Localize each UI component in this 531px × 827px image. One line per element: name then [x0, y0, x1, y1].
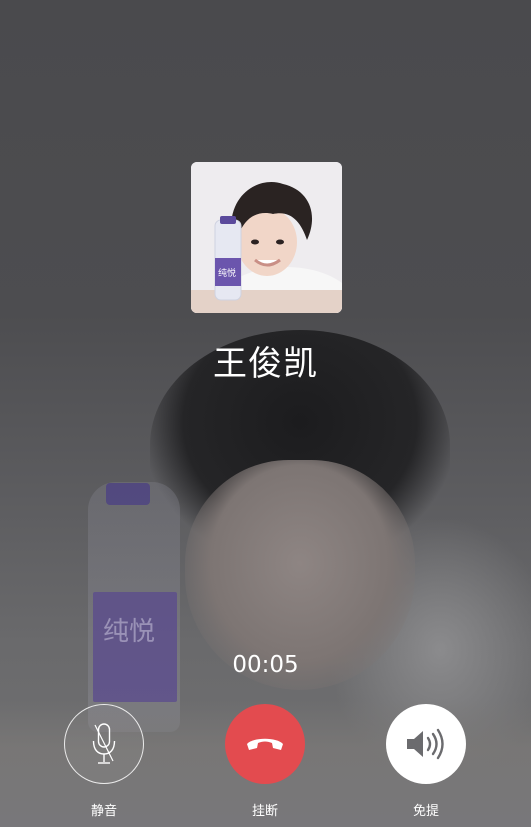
background-bottle-label: 纯悦 — [93, 592, 177, 702]
avatar-photo: 纯悦 — [191, 162, 342, 313]
background-bottle-brand: 纯悦 — [103, 617, 155, 647]
mute-label: 静音 — [90, 804, 117, 819]
phone-hangup-icon — [247, 738, 283, 750]
speaker-button[interactable] — [386, 704, 466, 784]
speaker-label: 免提 — [412, 804, 439, 819]
caller-name: 王俊凯 — [213, 344, 318, 384]
call-duration-timer: 00:05 — [232, 652, 299, 678]
background-bottle-text: 纯悦 — [103, 617, 155, 647]
mute-button[interactable] — [64, 704, 144, 784]
hangup-label: 挂断 — [251, 804, 278, 819]
hangup-button[interactable] — [225, 704, 305, 784]
microphone-icon — [92, 723, 116, 764]
speaker-icon — [407, 728, 444, 760]
voice-call-screen: 纯悦 纯悦 王俊凯 00:05 静音 挂断 免提 — [0, 0, 531, 827]
caller-avatar: 纯悦 — [191, 162, 342, 313]
background-bottle-cap — [106, 483, 150, 505]
avatar-bottle-brand: 纯悦 — [218, 267, 236, 279]
blurred-background-photo: 纯悦 — [0, 0, 531, 827]
